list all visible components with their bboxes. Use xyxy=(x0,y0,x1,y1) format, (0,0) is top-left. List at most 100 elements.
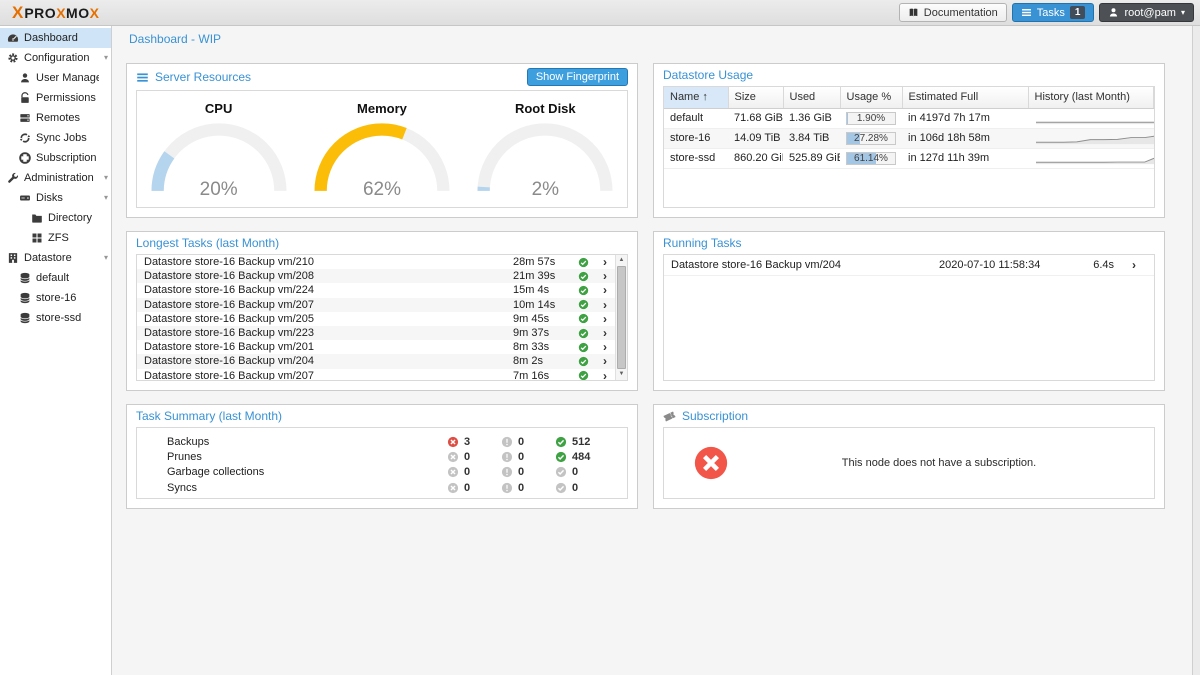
user-icon xyxy=(1108,7,1119,18)
panel-title: Running Tasks xyxy=(663,236,742,250)
sidebar-item-subscription[interactable]: Subscription xyxy=(0,148,111,168)
wrench-icon xyxy=(7,172,19,184)
scroll-up-icon[interactable]: ▲ xyxy=(616,255,627,266)
building-icon xyxy=(7,252,19,264)
sidebar-item-directory[interactable]: Directory xyxy=(0,208,111,228)
task-ok-icon xyxy=(578,328,589,339)
ok-count[interactable]: 0 xyxy=(555,466,609,478)
column-header-size[interactable]: Size xyxy=(728,87,783,108)
column-header-usage[interactable]: Usage % xyxy=(840,87,902,108)
page-scrollbar[interactable] xyxy=(1192,26,1200,675)
task-detail-chevron-icon[interactable]: › xyxy=(595,340,615,354)
column-header-history[interactable]: History (last Month) xyxy=(1028,87,1154,108)
error-count[interactable]: 3 xyxy=(447,436,501,448)
column-header-estimated-full[interactable]: Estimated Full xyxy=(902,87,1028,108)
task-detail-chevron-icon[interactable]: › xyxy=(1114,258,1154,272)
ticket-icon xyxy=(663,410,676,423)
warning-count[interactable]: 0 xyxy=(501,482,555,494)
task-row[interactable]: Datastore store-16 Backup vm/205 9m 45s … xyxy=(137,312,615,326)
task-ok-icon xyxy=(578,285,589,296)
tasks-button[interactable]: Tasks 1 xyxy=(1012,3,1095,22)
error-circle-icon xyxy=(447,451,459,463)
sidebar-item-datastore-store-ssd[interactable]: store-ssd xyxy=(0,308,111,328)
server-resources-header: Server Resources Show Fingerprint xyxy=(127,64,637,89)
ok-count[interactable]: 512 xyxy=(555,436,609,448)
sidebar-item-disks[interactable]: Disks ▾ xyxy=(0,188,111,208)
sidebar-item-administration[interactable]: Administration ▾ xyxy=(0,168,111,188)
task-detail-chevron-icon[interactable]: › xyxy=(595,298,615,312)
warning-count[interactable]: 0 xyxy=(501,436,555,448)
table-row[interactable]: store-16 14.09 TiB 3.84 TiB 27.28% in 10… xyxy=(664,128,1154,148)
cogs-icon xyxy=(7,52,19,64)
user-menu-button[interactable]: root@pam ▾ xyxy=(1099,3,1194,22)
book-icon xyxy=(908,7,919,18)
sidebar-item-datastore-default[interactable]: default xyxy=(0,268,111,288)
task-row[interactable]: Datastore store-16 Backup vm/207 10m 14s… xyxy=(137,298,615,312)
column-header-name[interactable]: Name ↑ xyxy=(664,87,728,108)
collapse-caret-icon[interactable]: ▾ xyxy=(104,54,108,62)
database-icon xyxy=(19,312,31,324)
sidebar-item-sync-jobs[interactable]: Sync Jobs xyxy=(0,128,111,148)
warning-circle-icon xyxy=(501,482,513,494)
sidebar-item-datastore-store-16[interactable]: store-16 xyxy=(0,288,111,308)
task-row[interactable]: Datastore store-16 Backup vm/224 15m 4s … xyxy=(137,283,615,297)
datastore-used: 1.36 GiB xyxy=(783,108,840,128)
error-count[interactable]: 0 xyxy=(447,482,501,494)
sidebar-item-remotes[interactable]: Remotes xyxy=(0,108,111,128)
sidebar-item-permissions[interactable]: Permissions xyxy=(0,88,111,108)
task-detail-chevron-icon[interactable]: › xyxy=(595,283,615,297)
ok-count[interactable]: 484 xyxy=(555,451,609,463)
estimated-full: in 106d 18h 58m xyxy=(902,128,1028,148)
task-row[interactable]: Datastore store-16 Backup vm/201 8m 33s … xyxy=(137,340,615,354)
sidebar-item-user-management[interactable]: User Management xyxy=(0,68,111,88)
list-scrollbar[interactable]: ▲ ▼ xyxy=(615,255,627,380)
task-detail-chevron-icon[interactable]: › xyxy=(595,369,615,381)
task-detail-chevron-icon[interactable]: › xyxy=(595,326,615,340)
task-ok-icon xyxy=(578,356,589,367)
table-header-row: Name ↑ Size Used Usage % Estimated Full … xyxy=(664,87,1154,108)
dashboard-gauge-icon xyxy=(7,32,19,44)
column-header-used[interactable]: Used xyxy=(783,87,840,108)
gauge-value: 2% xyxy=(465,179,625,201)
table-row[interactable]: store-ssd 860.20 GiB 525.89 GiB 61.14% i… xyxy=(664,148,1154,168)
main-content: Dashboard - WIP Server Resources Show Fi… xyxy=(113,26,1192,675)
task-row[interactable]: Datastore store-16 Backup vm/210 28m 57s… xyxy=(137,255,615,269)
panel-title: Task Summary (last Month) xyxy=(136,409,282,423)
collapse-caret-icon[interactable]: ▾ xyxy=(104,174,108,182)
documentation-button[interactable]: Documentation xyxy=(899,3,1007,22)
task-detail-chevron-icon[interactable]: › xyxy=(595,312,615,326)
task-row[interactable]: Datastore store-16 Backup vm/204 8m 2s › xyxy=(137,354,615,368)
topbar-actions: Documentation Tasks 1 root@pam ▾ xyxy=(899,3,1194,22)
table-row[interactable]: default 71.68 GiB 1.36 GiB 1.90% in 4197… xyxy=(664,108,1154,128)
task-duration: 21m 39s xyxy=(513,270,571,282)
running-tasks-panel: Running Tasks Datastore store-16 Backup … xyxy=(653,231,1165,391)
task-name: Datastore store-16 Backup vm/208 xyxy=(144,270,513,282)
error-count[interactable]: 0 xyxy=(447,466,501,478)
gauge-root-disk: Root Disk 2% xyxy=(465,95,625,207)
task-row[interactable]: Datastore store-16 Backup vm/223 9m 37s … xyxy=(137,326,615,340)
collapse-caret-icon[interactable]: ▾ xyxy=(104,254,108,262)
warning-count[interactable]: 0 xyxy=(501,451,555,463)
scroll-down-icon[interactable]: ▼ xyxy=(616,369,627,380)
datastore-used: 525.89 GiB xyxy=(783,148,840,168)
summary-row-syncs: Syncs 0 0 0 xyxy=(137,480,627,495)
collapse-caret-icon[interactable]: ▾ xyxy=(104,194,108,202)
running-task-row[interactable]: Datastore store-16 Backup vm/204 2020-07… xyxy=(664,255,1154,276)
gauge-memory: Memory 62% xyxy=(302,95,462,207)
sidebar-item-zfs[interactable]: ZFS xyxy=(0,228,111,248)
task-detail-chevron-icon[interactable]: › xyxy=(595,255,615,269)
ok-count[interactable]: 0 xyxy=(555,482,609,494)
sidebar-item-dashboard[interactable]: Dashboard xyxy=(0,28,111,48)
task-detail-chevron-icon[interactable]: › xyxy=(595,269,615,283)
task-row[interactable]: Datastore store-16 Backup vm/207 7m 16s … xyxy=(137,369,615,382)
server-icon xyxy=(19,112,31,124)
scrollbar-thumb[interactable] xyxy=(617,266,626,369)
task-detail-chevron-icon[interactable]: › xyxy=(595,354,615,368)
task-row[interactable]: Datastore store-16 Backup vm/208 21m 39s… xyxy=(137,269,615,283)
show-fingerprint-button[interactable]: Show Fingerprint xyxy=(527,68,628,86)
sidebar-item-configuration[interactable]: Configuration ▾ xyxy=(0,48,111,68)
grid-icon xyxy=(31,232,43,244)
warning-count[interactable]: 0 xyxy=(501,466,555,478)
error-count[interactable]: 0 xyxy=(447,451,501,463)
sidebar-item-datastore[interactable]: Datastore ▾ xyxy=(0,248,111,268)
